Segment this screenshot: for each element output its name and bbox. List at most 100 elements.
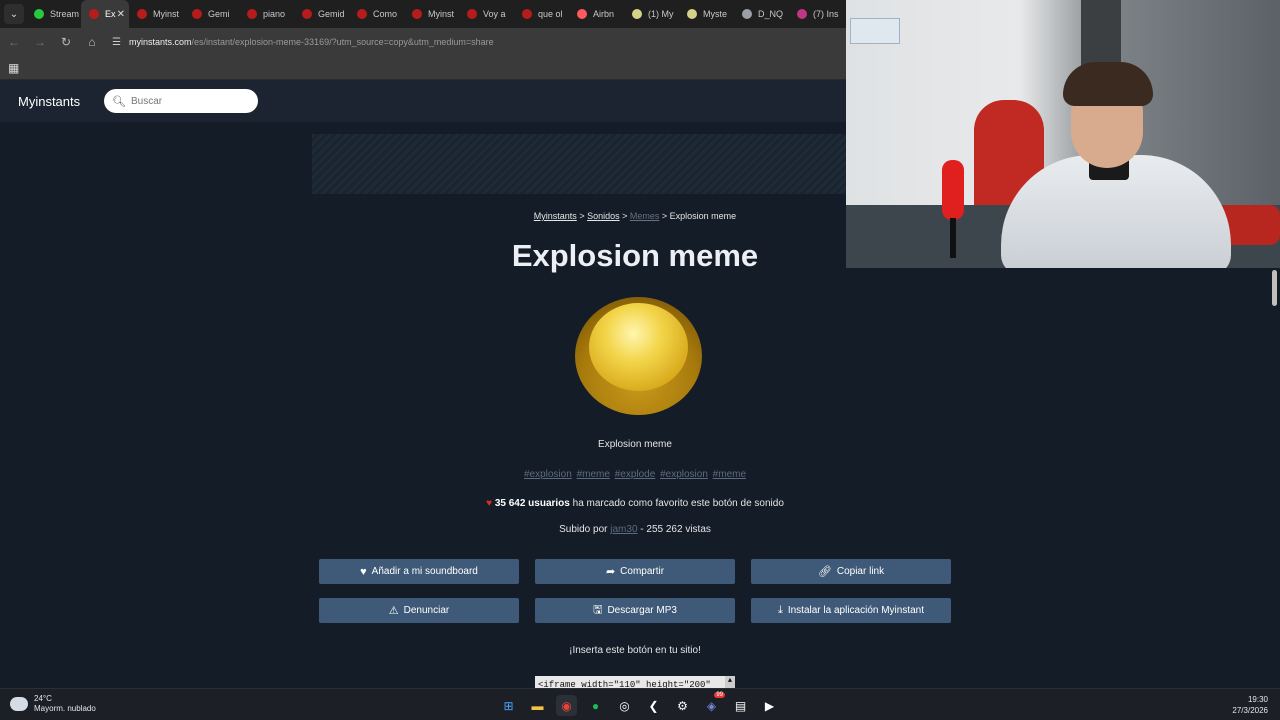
breadcrumb-current: Explosion meme — [669, 211, 737, 221]
tab-search-button[interactable]: ⌄ — [4, 4, 24, 24]
streamer — [1001, 60, 1231, 268]
temperature: 24°C — [34, 694, 52, 703]
browser-tab[interactable]: (7) Ins — [789, 0, 844, 28]
add-to-soundboard-button[interactable]: ♥ Añadir a mi soundboard — [319, 559, 519, 584]
discord-badge: 99 — [714, 692, 725, 698]
browser-tab[interactable]: Ex ✕ — [81, 0, 129, 28]
tab-label: Myste — [703, 9, 728, 19]
search-box[interactable]: 🔍︎ — [104, 89, 258, 113]
scrollbar-thumb[interactable] — [1272, 270, 1277, 306]
back-button[interactable]: ← — [2, 30, 26, 54]
install-app-button[interactable]: ⤓ Instalar la aplicación Myinstant — [751, 598, 951, 623]
browser-tab[interactable]: Gemid — [294, 0, 349, 28]
apps-grid-icon[interactable]: ▦ — [8, 61, 19, 75]
settings-icon[interactable]: ⚙ — [672, 695, 693, 716]
uploader-link[interactable]: jam30 — [610, 524, 637, 535]
copy-link-button[interactable]: 🔗︎ Copiar link — [751, 559, 951, 584]
hair — [1063, 62, 1153, 106]
arrow-left-icon: ← — [8, 35, 20, 49]
embed-heading: ¡Inserta este botón en tu sitio! — [569, 645, 701, 656]
play-sound-button[interactable] — [575, 297, 702, 417]
wall-poster — [850, 18, 900, 44]
site-logo[interactable]: Myinstants — [18, 94, 80, 109]
system-clock[interactable]: 19:30 27/3/2026 — [1232, 694, 1268, 716]
share-button[interactable]: ➦ Compartir — [535, 559, 735, 584]
mic-stand — [950, 218, 956, 258]
url-host: myinstants.com — [128, 37, 192, 47]
obs-icon[interactable]: ◎ — [614, 695, 635, 716]
windows-start-icon[interactable]: ⊞ — [498, 695, 519, 716]
tag-link[interactable]: #explode — [615, 469, 656, 480]
download-mp3-button[interactable]: 🖫 Descargar MP3 — [535, 598, 735, 623]
address-bar[interactable]: ☰ myinstants.com/es/instant/explosion-me… — [108, 31, 846, 53]
page-scrollbar[interactable] — [1271, 270, 1278, 688]
tab-label: Myinst — [153, 9, 180, 19]
browser-tab[interactable]: Myinst — [129, 0, 184, 28]
warning-icon: ⚠ — [388, 605, 399, 617]
chrome-icon[interactable]: ◉ — [556, 695, 577, 716]
breadcrumb-home-link[interactable]: Myinstants — [534, 211, 577, 221]
browser-tab[interactable]: que ol — [514, 0, 569, 28]
button-label: Denunciar — [403, 605, 450, 616]
browser-tab[interactable]: D_NQ — [734, 0, 789, 28]
tab-label: Gemi — [208, 9, 230, 19]
url-path: /es/instant/explosion-meme-33169/?utm_so… — [191, 37, 494, 47]
heart-icon: ♥ — [486, 498, 493, 509]
search-input[interactable] — [130, 95, 251, 107]
weather-widget[interactable]: 24°C Mayorm. nublado — [10, 694, 96, 714]
time: 19:30 — [1247, 695, 1268, 704]
file-explorer-icon[interactable]: ▬ — [527, 695, 548, 716]
browser-tab[interactable]: Myste — [679, 0, 734, 28]
tag-link[interactable]: #meme — [577, 469, 610, 480]
forward-button[interactable]: → — [28, 30, 52, 54]
button-top — [589, 303, 688, 391]
date: 27/3/2026 — [1232, 706, 1268, 715]
browser-tab[interactable]: Stream — [26, 0, 81, 28]
browser-tab[interactable]: Voy a — [459, 0, 514, 28]
taskbar: 24°C Mayorm. nublado ⊞ ▬ ◉ ● ◎ ❮ ⚙ ◈ 99 ▤ … — [0, 688, 1280, 720]
close-tab-icon[interactable]: ✕ — [117, 9, 125, 20]
uploader-line: Subido por jam30 - 255 262 vistas — [0, 524, 1270, 535]
tab-label: Myinst — [428, 9, 455, 19]
breadcrumb-sounds-link[interactable]: Sonidos — [587, 211, 620, 221]
tag-link[interactable]: #explosion — [660, 469, 708, 480]
home-button[interactable]: ⌂ — [80, 30, 104, 54]
browser-tab[interactable]: Como — [349, 0, 404, 28]
site-info-icon[interactable]: ☰ — [112, 37, 121, 48]
breadcrumb-memes-link[interactable]: Memes — [630, 211, 660, 221]
spotify-icon[interactable]: ● — [585, 695, 606, 716]
media-player-icon[interactable]: ▶ — [759, 695, 780, 716]
button-label: Copiar link — [836, 566, 885, 577]
webcam-overlay — [846, 0, 1280, 268]
views-text: - 255 262 vistas — [637, 524, 711, 535]
browser-tab[interactable]: Gemi — [184, 0, 239, 28]
tag-link[interactable]: #meme — [713, 469, 746, 480]
favorites-count: 35 642 usuarios — [494, 498, 570, 509]
browser-tab[interactable]: Myinst — [404, 0, 459, 28]
browser-tab[interactable]: piano — [239, 0, 294, 28]
taskbar-apps: ⊞ ▬ ◉ ● ◎ ❮ ⚙ ◈ 99 ▤ ▶ — [498, 692, 780, 716]
discord-icon[interactable]: ◈ 99 — [701, 692, 725, 716]
tab-favicon-icon — [522, 9, 532, 19]
tab-favicon-icon — [247, 9, 257, 19]
tab-favicon-icon — [137, 9, 147, 19]
tab-favicon-icon — [467, 9, 477, 19]
report-button[interactable]: ⚠ Denunciar — [319, 598, 519, 623]
embed-code-textarea[interactable]: <iframe width="110" height="200" ▲ — [535, 676, 735, 688]
tag-link[interactable]: #explosion — [524, 469, 572, 480]
tab-favicon-icon — [89, 9, 99, 19]
reload-button[interactable]: ↻ — [54, 30, 78, 54]
breadcrumb-separator: > — [659, 211, 670, 221]
microphone — [942, 160, 964, 220]
tab-label: Voy a — [483, 9, 506, 19]
app-icon[interactable]: ❮ — [643, 695, 664, 716]
download-icon: ⤓ — [777, 604, 783, 616]
tab-label: Ex — [105, 9, 116, 19]
calculator-icon[interactable]: ▤ — [730, 695, 751, 716]
tab-label: D_NQ — [758, 9, 784, 19]
sound-name: Explosion meme — [598, 439, 672, 450]
scroll-up-icon[interactable]: ▲ — [725, 676, 735, 688]
tab-label: (1) My — [648, 9, 674, 19]
browser-tab[interactable]: (1) My — [624, 0, 679, 28]
browser-tab[interactable]: Airbn — [569, 0, 624, 28]
